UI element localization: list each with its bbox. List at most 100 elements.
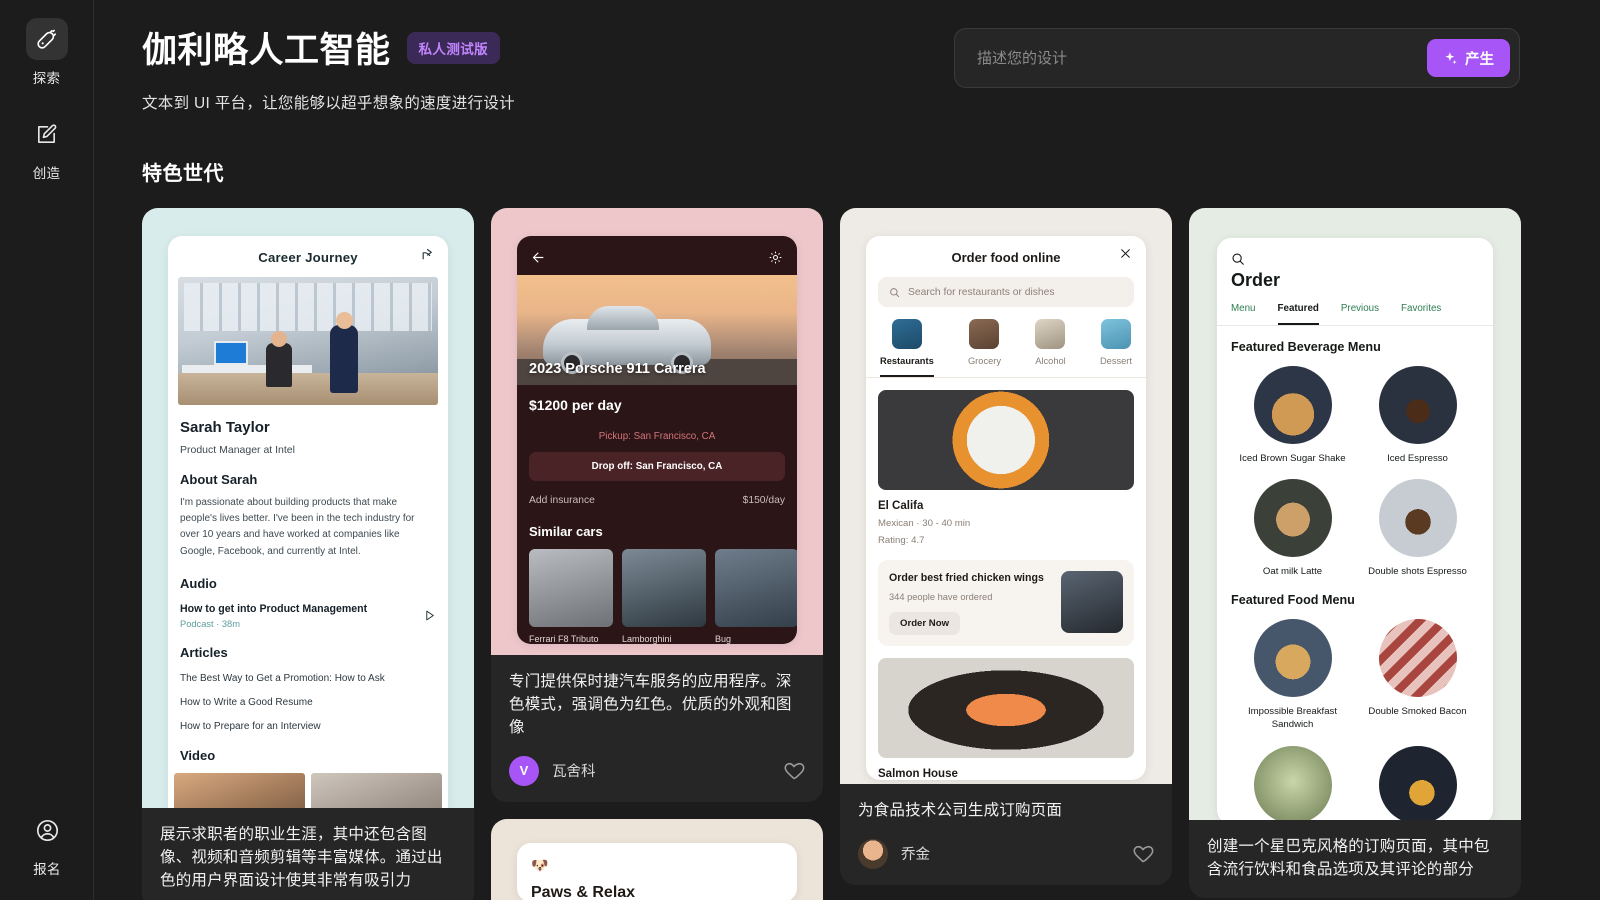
card-order-food[interactable]: Order food online Search for restaurants… <box>840 208 1172 885</box>
close-icon[interactable] <box>1119 247 1132 260</box>
sb-tab-menu[interactable]: Menu <box>1231 303 1256 325</box>
sb-tab-favorites[interactable]: Favorites <box>1401 303 1441 325</box>
po-similar-item[interactable]: Bug <box>715 549 797 644</box>
of-tab-dessert[interactable]: Dessert <box>1100 319 1132 377</box>
cj-article-item[interactable]: How to Prepare for an Interview <box>180 721 436 732</box>
cj-header: Career Journey <box>168 236 448 277</box>
author-row: V 瓦舍科 <box>509 755 805 786</box>
card-porsche-rental[interactable]: 2023 Porsche 911 Carrera $1200 per day P… <box>491 208 823 802</box>
sb-food-grid: Impossible Breakfast Sandwich Double Smo… <box>1217 607 1493 820</box>
card-footer: 创建一个星巴克风格的订购页面，其中包含流行饮料和食品选项及其评论的部分 <box>1189 820 1521 898</box>
sidebar-item-signup[interactable]: 报名 <box>0 809 94 878</box>
po-similar-label: Ferrari F8 Tributo <box>529 634 599 644</box>
card-footer: 为食品技术公司生成订购页面 乔金 <box>840 784 1172 885</box>
sb-item[interactable] <box>1360 745 1475 820</box>
card-preview-stage: 🐶 Paws & Relax <box>491 818 823 900</box>
sparkle-icon <box>1443 51 1458 66</box>
pr-body: 🐶 Paws & Relax <box>517 843 797 900</box>
restaurants-icon <box>891 319 922 349</box>
of-restaurant-1[interactable]: El Califa Mexican · 30 - 40 min Rating: … <box>866 378 1146 546</box>
po-car-title: 2023 Porsche 911 Carrera <box>529 361 706 377</box>
po-dropoff-button[interactable]: Drop off: San Francisco, CA <box>529 452 785 481</box>
sb-item[interactable]: Iced Brown Sugar Shake <box>1235 366 1350 465</box>
main-content: 伽利略人工智能 私人测试版 文本到 UI 平台，让您能够以超乎想象的速度进行设计 <box>94 0 1600 900</box>
sb-item-label: Double shots Espresso <box>1368 566 1467 578</box>
author-name: 瓦舍科 <box>552 764 596 781</box>
po-insurance-row[interactable]: Add insurance $150/day <box>529 495 785 506</box>
card-paws-relax[interactable]: 🐶 Paws & Relax <box>491 818 823 900</box>
sb-item[interactable]: Impossible Breakfast Sandwich <box>1235 618 1350 732</box>
sidebar-item-create[interactable]: 创造 <box>0 113 94 182</box>
card-footer: 展示求职者的职业生涯，其中还包含图像、视频和音频剪辑等丰富媒体。通过出色的用户界… <box>142 808 474 900</box>
of-category-tabs: Restaurants Grocery Alcohol Dessert <box>866 307 1146 378</box>
search-icon[interactable] <box>1231 252 1479 266</box>
sidebar: 探索 创造 报名 <box>0 0 94 900</box>
cj-audio-item[interactable]: How to get into Product Management Podca… <box>180 603 436 629</box>
generate-button[interactable]: 产生 <box>1427 39 1510 77</box>
cj-article-item[interactable]: The Best Way to Get a Promotion: How to … <box>180 673 436 684</box>
card-caption: 专门提供保时捷汽车服务的应用程序。深色模式，强调色为红色。优质的外观和图像 <box>509 673 792 736</box>
heart-icon[interactable] <box>1132 843 1154 865</box>
po-topbar <box>517 236 797 275</box>
of-restaurant-meta: Mexican · 30 - 40 min <box>878 518 971 529</box>
cj-person-name: Sarah Taylor <box>180 419 270 436</box>
sb-tabs: Menu Featured Previous Favorites <box>1217 291 1493 326</box>
po-similar-item[interactable]: Ferrari F8 Tributo <box>529 549 613 644</box>
sb-item-image <box>1378 745 1457 820</box>
cj-title: Career Journey <box>258 250 358 265</box>
of-tab-alcohol[interactable]: Alcohol <box>1035 319 1066 377</box>
card-footer: 专门提供保时捷汽车服务的应用程序。深色模式，强调色为红色。优质的外观和图像 V … <box>491 655 823 802</box>
of-restaurant-2[interactable]: Salmon House <box>866 646 1146 780</box>
po-similar-label: Lamborghini <box>622 634 672 644</box>
sb-item[interactable] <box>1235 745 1350 820</box>
card-caption: 展示求职者的职业生涯，其中还包含图像、视频和音频剪辑等丰富媒体。通过出色的用户界… <box>160 826 443 889</box>
sb-heading: Order <box>1231 270 1281 290</box>
sb-item[interactable]: Double shots Espresso <box>1360 479 1475 578</box>
author-name: 乔金 <box>901 847 930 864</box>
of-tab-label: Grocery <box>967 356 1002 366</box>
header-left: 伽利略人工智能 私人测试版 文本到 UI 平台，让您能够以超乎想象的速度进行设计 <box>142 22 515 113</box>
sidebar-item-explore[interactable]: 探索 <box>0 18 94 87</box>
po-similar-label: Bug <box>715 634 732 644</box>
card-preview-stage: Career Journey Sarah Taylor Product Mana… <box>142 208 474 808</box>
status-badge: 私人测试版 <box>406 31 501 64</box>
phone-frame: Order Menu Featured Previous Favorites F… <box>1217 238 1493 820</box>
pencil-square-icon <box>35 123 58 146</box>
share-icon[interactable] <box>421 248 434 261</box>
card-starbucks-order[interactable]: Order Menu Featured Previous Favorites F… <box>1189 208 1521 898</box>
po-similar-item[interactable]: Lamborghini <box>622 549 706 644</box>
card-career-journey[interactable]: Career Journey Sarah Taylor Product Mana… <box>142 208 474 900</box>
of-tab-grocery[interactable]: Grocery <box>968 319 1001 377</box>
search-box[interactable]: 产生 <box>954 28 1520 88</box>
sb-item[interactable]: Oat milk Latte <box>1235 479 1350 578</box>
of-restaurant-name: El Califa <box>878 500 924 512</box>
cj-person-role: Product Manager at Intel <box>180 444 295 456</box>
po-pickup[interactable]: Pickup: San Francisco, CA <box>529 431 785 442</box>
sb-item[interactable]: Iced Espresso <box>1360 366 1475 465</box>
search-input[interactable] <box>977 49 1427 67</box>
card-preview-stage: 2023 Porsche 911 Carrera $1200 per day P… <box>491 208 823 655</box>
sb-tab-previous[interactable]: Previous <box>1341 303 1379 325</box>
card-caption: 为食品技术公司生成订购页面 <box>858 802 1063 819</box>
alcohol-icon <box>1035 319 1066 349</box>
gear-icon[interactable] <box>768 250 783 265</box>
pr-title: Paws & Relax <box>531 883 636 900</box>
page-subtitle: 文本到 UI 平台，让您能够以超乎想象的速度进行设计 <box>142 95 515 112</box>
of-order-now-button[interactable]: Order Now <box>889 612 961 636</box>
of-promo-card[interactable]: Order best fried chicken wings 344 peopl… <box>878 560 1134 647</box>
comet-icon <box>35 28 58 51</box>
arrow-left-icon[interactable] <box>531 250 546 265</box>
of-tab-restaurants[interactable]: Restaurants <box>880 319 934 377</box>
cj-hero-image <box>178 277 438 405</box>
sb-item[interactable]: Double Smoked Bacon <box>1360 618 1475 732</box>
cj-article-item[interactable]: How to Write a Good Resume <box>180 697 436 708</box>
cj-body: Sarah Taylor Product Manager at Intel Ab… <box>168 405 448 763</box>
heart-icon[interactable] <box>783 760 805 782</box>
sb-item-image <box>1378 366 1457 444</box>
sb-tab-featured[interactable]: Featured <box>1277 303 1319 325</box>
cj-audio-heading: Audio <box>180 575 217 591</box>
play-icon[interactable] <box>423 603 436 622</box>
author-row: 乔金 <box>858 838 1154 869</box>
of-search-input[interactable]: Search for restaurants or dishes <box>878 277 1134 307</box>
of-restaurant-name: Salmon House <box>878 768 958 781</box>
